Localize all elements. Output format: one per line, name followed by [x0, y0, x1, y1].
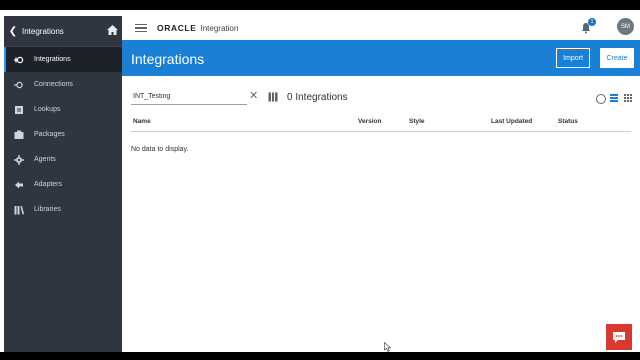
sidebar-item-label: Libraries — [34, 206, 61, 213]
column-version[interactable]: Version — [358, 118, 381, 125]
page-header: Integrations Import Create — [122, 40, 640, 76]
page-title: Integrations — [131, 51, 205, 67]
filter-icon[interactable] — [268, 92, 278, 102]
sidebar-header: ❮ Integrations — [4, 16, 122, 47]
list-view-icon[interactable] — [610, 94, 618, 102]
chat-icon — [613, 331, 625, 343]
sidebar-item-lookups[interactable]: Lookups — [4, 97, 122, 122]
result-count: 0 Integrations — [287, 92, 348, 103]
sidebar-item-label: Packages — [34, 131, 65, 138]
avatar[interactable]: SM — [617, 18, 634, 35]
oracle-logo: ORACLE — [157, 23, 197, 33]
sidebar: ❮ Integrations Integrations Connections … — [4, 16, 122, 352]
sidebar-title: Integrations — [22, 26, 64, 36]
search-input[interactable] — [131, 89, 247, 105]
back-chevron-icon[interactable]: ❮ — [4, 26, 22, 37]
app-name: Integration — [200, 23, 239, 33]
main-content: ✕ 0 Integrations Name Version Style Last… — [122, 76, 640, 352]
adapters-icon — [13, 179, 25, 191]
empty-state-message: No data to display. — [131, 146, 189, 153]
sidebar-item-adapters[interactable]: Adapters — [4, 172, 122, 197]
sidebar-item-integrations[interactable]: Integrations — [4, 47, 122, 72]
grid-view-icon[interactable] — [624, 94, 632, 102]
sidebar-item-label: Adapters — [34, 181, 63, 188]
integrations-icon — [13, 54, 25, 66]
table-header: Name Version Style Last Updated Status — [131, 115, 631, 132]
refresh-icon[interactable] — [596, 94, 606, 104]
sidebar-item-connections[interactable]: Connections — [4, 72, 122, 97]
import-button[interactable]: Import — [556, 48, 590, 68]
sidebar-item-agents[interactable]: Agents — [4, 147, 122, 172]
mouse-cursor-icon — [384, 342, 392, 352]
lookups-icon — [13, 104, 25, 116]
sidebar-item-label: Agents — [34, 156, 56, 163]
notifications-bell-icon[interactable]: 1 — [580, 18, 596, 34]
column-name[interactable]: Name — [133, 118, 151, 125]
home-icon[interactable] — [102, 25, 122, 37]
app-window: ❮ Integrations Integrations Connections … — [0, 10, 640, 352]
sidebar-item-packages[interactable]: Packages — [4, 122, 122, 147]
notification-badge: 1 — [588, 18, 596, 26]
top-bar: ORACLE Integration 1 SM — [122, 16, 640, 40]
column-last-updated[interactable]: Last Updated — [491, 118, 532, 125]
create-button[interactable]: Create — [600, 48, 634, 68]
hamburger-menu-icon[interactable] — [135, 21, 147, 35]
packages-icon — [13, 129, 25, 141]
libraries-icon — [13, 204, 25, 216]
sidebar-item-label: Connections — [34, 81, 73, 88]
agents-icon — [13, 154, 25, 166]
column-status[interactable]: Status — [558, 118, 578, 125]
column-style[interactable]: Style — [409, 118, 425, 125]
chat-button[interactable] — [606, 324, 632, 350]
sidebar-item-libraries[interactable]: Libraries — [4, 197, 122, 222]
sidebar-item-label: Integrations — [34, 56, 71, 63]
clear-search-icon[interactable]: ✕ — [249, 90, 259, 102]
sidebar-item-label: Lookups — [34, 106, 61, 113]
connections-icon — [13, 79, 25, 91]
